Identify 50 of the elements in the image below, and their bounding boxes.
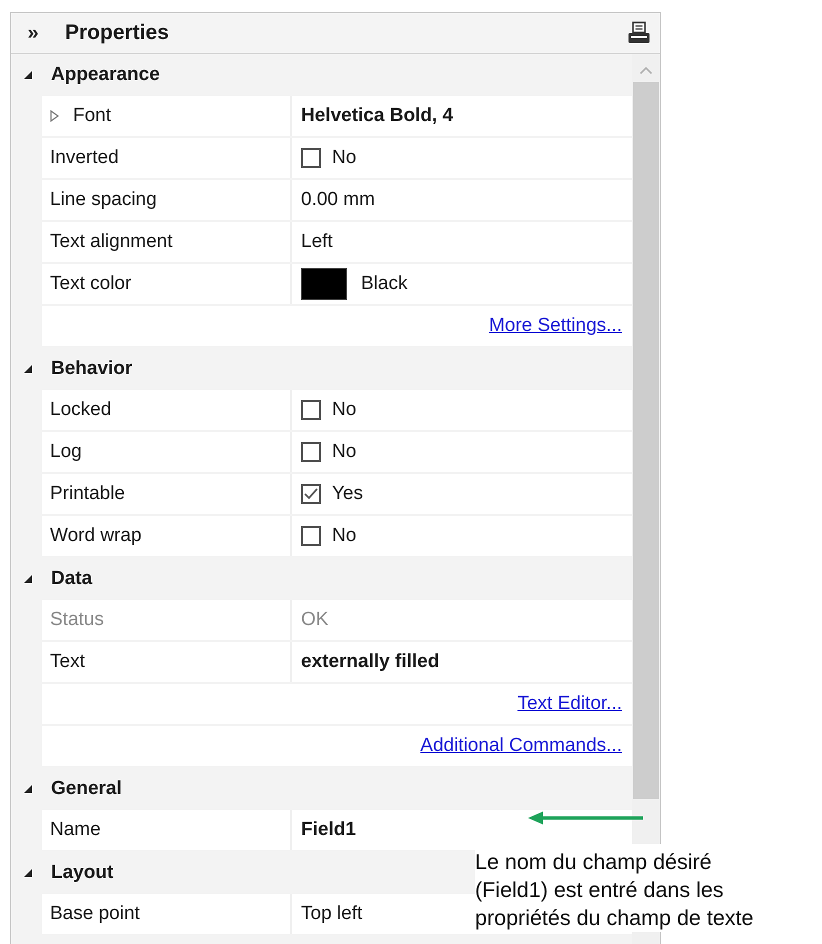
- property-value: 0.00 mm: [301, 189, 375, 211]
- property-label: Text color: [50, 273, 132, 295]
- checkbox[interactable]: [301, 400, 321, 420]
- property-label: Base point: [50, 903, 140, 925]
- section-title: Data: [51, 568, 92, 590]
- printer-icon[interactable]: [627, 21, 651, 45]
- collapse-triangle-icon[interactable]: [23, 364, 33, 374]
- property-label: Log: [50, 441, 82, 463]
- collapse-triangle-icon[interactable]: [23, 574, 33, 584]
- scrollbar-thumb[interactable]: [633, 82, 659, 799]
- property-label: Name: [50, 819, 101, 841]
- section-title: Behavior: [51, 358, 132, 380]
- link[interactable]: Additional Commands...: [420, 735, 622, 757]
- section-title: Appearance: [51, 64, 160, 86]
- section-title: General: [51, 778, 122, 800]
- checkbox[interactable]: [301, 148, 321, 168]
- property-value: Left: [301, 231, 333, 253]
- section-title: Layout: [51, 862, 114, 884]
- property-value: Black: [361, 273, 408, 295]
- property-value: No: [332, 441, 356, 463]
- property-label: Text: [50, 651, 85, 673]
- collapse-triangle-icon[interactable]: [23, 70, 33, 80]
- panel-title: Properties: [65, 21, 170, 45]
- collapse-triangle-icon[interactable]: [23, 868, 33, 878]
- link[interactable]: More Settings...: [488, 315, 622, 337]
- collapse-button[interactable]: »: [22, 22, 44, 44]
- expand-triangle-icon[interactable]: [50, 110, 59, 122]
- collapse-triangle-icon[interactable]: [23, 784, 33, 794]
- checkbox[interactable]: [301, 484, 321, 504]
- property-label: Line spacing: [50, 189, 157, 211]
- color-swatch[interactable]: [301, 268, 347, 300]
- property-label: Status: [50, 609, 104, 631]
- property-label: Word wrap: [50, 525, 142, 547]
- property-label: Locked: [50, 399, 112, 421]
- property-value: No: [332, 399, 356, 421]
- property-value: Top left: [301, 903, 362, 925]
- checkbox[interactable]: [301, 526, 321, 546]
- link[interactable]: Text Editor...: [517, 693, 622, 715]
- property-value: Yes: [332, 483, 363, 505]
- property-value: OK: [301, 609, 328, 631]
- property-value: Helvetica Bold, 4: [301, 105, 454, 127]
- property-value: No: [332, 525, 356, 547]
- property-value: No: [332, 147, 356, 169]
- property-value: externally filled: [301, 651, 440, 673]
- property-label: Printable: [50, 483, 125, 505]
- property-value: Field1: [301, 819, 356, 841]
- checkbox[interactable]: [301, 442, 321, 462]
- property-label: Text alignment: [50, 231, 173, 253]
- property-label: Font: [73, 105, 112, 127]
- property-label: Inverted: [50, 147, 119, 169]
